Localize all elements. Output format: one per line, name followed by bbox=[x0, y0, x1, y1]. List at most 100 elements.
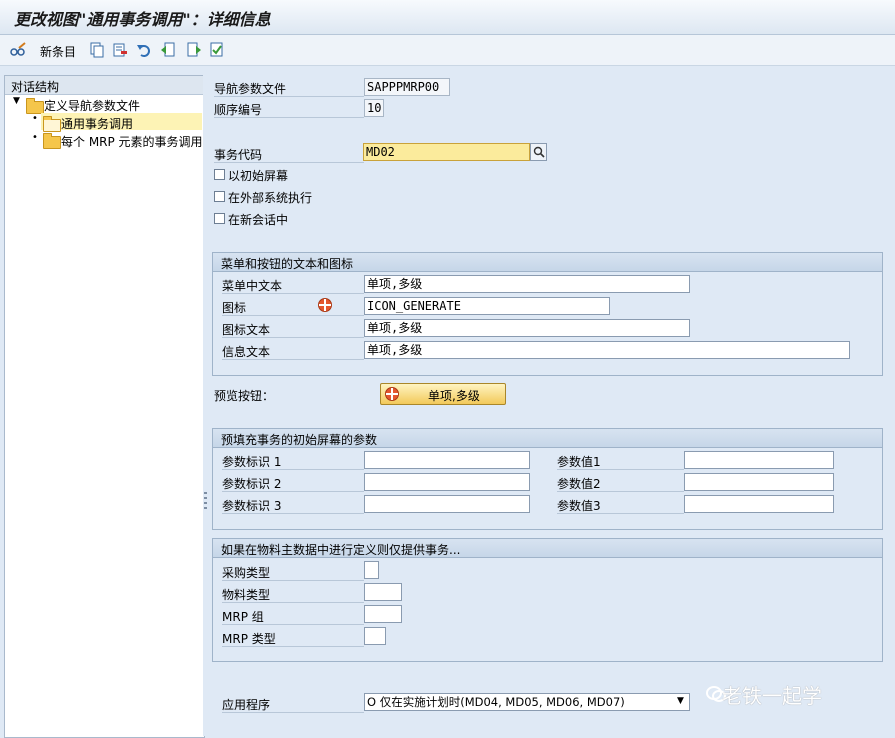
label-underline bbox=[214, 96, 364, 97]
preview-label: 预览按钮： bbox=[214, 389, 275, 403]
icon-label: 图标 bbox=[222, 301, 247, 315]
param-id-label: 参数标识 2 bbox=[222, 477, 282, 491]
delete-icon[interactable] bbox=[112, 42, 128, 58]
label-underline bbox=[557, 491, 684, 492]
param-value-3-input[interactable] bbox=[684, 495, 834, 513]
icon-text-input[interactable]: 单项,多级 bbox=[364, 319, 690, 337]
dialog-structure-panel: 对话结构 ▼ 定义导航参数文件 • 通用事务调用 • 每个 MRP 元素的事务调… bbox=[4, 75, 205, 738]
window-title: 更改视图"通用事务调用"：详细信息 bbox=[14, 10, 271, 29]
dialog-structure-title: 对话结构 bbox=[11, 80, 60, 94]
info-text-label: 信息文本 bbox=[222, 345, 271, 359]
param-id-1-input[interactable] bbox=[364, 451, 530, 469]
param-id-label: 参数标识 3 bbox=[222, 499, 282, 513]
label-underline bbox=[222, 580, 364, 581]
open-folder-icon bbox=[43, 116, 61, 132]
icon-name-input[interactable]: ICON_GENERATE bbox=[364, 297, 610, 315]
new-entries-button[interactable]: 新条目 bbox=[40, 43, 76, 60]
application-toolbar: 新条目 bbox=[0, 35, 895, 66]
tree-bullet-icon: • bbox=[32, 113, 38, 124]
label-underline bbox=[557, 513, 684, 514]
material-type-input[interactable] bbox=[364, 583, 402, 601]
preview-button[interactable]: 单项,多级 bbox=[380, 383, 506, 405]
material-master-group: 如果在物料主数据中进行定义则仅提供事务... bbox=[212, 538, 883, 662]
param-value-2-input[interactable] bbox=[684, 473, 834, 491]
dropdown-arrow-icon[interactable]: ▼ bbox=[677, 696, 684, 706]
procurement-type-input[interactable] bbox=[364, 561, 379, 579]
tree-item-nav-profile[interactable]: 定义导航参数文件 bbox=[44, 97, 140, 114]
undo-icon[interactable] bbox=[136, 42, 152, 58]
info-text-input[interactable]: 单项,多级 bbox=[364, 341, 850, 359]
param-value-label: 参数值2 bbox=[557, 477, 601, 491]
next-entry-icon[interactable] bbox=[186, 42, 202, 58]
label-underline bbox=[222, 359, 364, 360]
label-underline bbox=[557, 469, 684, 470]
procurement-type-label: 采购类型 bbox=[222, 566, 271, 580]
tree-item-generic-tcode[interactable]: 通用事务调用 bbox=[61, 115, 133, 132]
label-underline bbox=[222, 293, 364, 294]
param-id-3-input[interactable] bbox=[364, 495, 530, 513]
label-underline bbox=[222, 602, 364, 603]
search-help-button[interactable] bbox=[530, 143, 547, 161]
initial-screen-checkbox[interactable] bbox=[214, 169, 225, 180]
icon-text-label: 图标文本 bbox=[222, 323, 271, 337]
group-header: 预填充事务的初始屏幕的参数 bbox=[213, 429, 882, 448]
group-header: 如果在物料主数据中进行定义则仅提供事务... bbox=[213, 539, 882, 558]
new-session-label: 在新会话中 bbox=[228, 213, 289, 227]
label-underline bbox=[222, 624, 364, 625]
label-underline bbox=[214, 162, 364, 163]
tcode-input[interactable]: MD02 bbox=[363, 143, 530, 161]
label-underline bbox=[222, 315, 364, 316]
group-title: 菜单和按钮的文本和图标 bbox=[221, 257, 354, 271]
initial-screen-label: 以初始屏幕 bbox=[228, 169, 289, 183]
dialog-structure-header: 对话结构 bbox=[5, 76, 204, 95]
generate-icon bbox=[385, 387, 399, 401]
search-icon bbox=[533, 146, 545, 158]
prev-entry-icon[interactable] bbox=[160, 42, 176, 58]
external-system-checkbox[interactable] bbox=[214, 191, 225, 202]
watermark-text: 老铁一起学 bbox=[722, 684, 822, 708]
label-underline bbox=[214, 117, 364, 118]
label-underline bbox=[222, 491, 364, 492]
tree-item-mrp-element-tcode[interactable]: 每个 MRP 元素的事务调用 bbox=[61, 133, 203, 150]
generate-icon bbox=[318, 298, 332, 312]
preview-button-label: 单项,多级 bbox=[428, 389, 480, 403]
mrp-type-label: MRP 类型 bbox=[222, 632, 276, 646]
splitter-grip[interactable] bbox=[204, 497, 207, 499]
group-title: 如果在物料主数据中进行定义则仅提供事务... bbox=[221, 543, 461, 557]
param-id-label: 参数标识 1 bbox=[222, 455, 282, 469]
splitter-grip[interactable] bbox=[204, 502, 207, 504]
expand-triangle-icon[interactable]: ▼ bbox=[13, 96, 20, 106]
external-system-label: 在外部系统执行 bbox=[228, 191, 313, 205]
label-underline bbox=[222, 337, 364, 338]
param-id-2-input[interactable] bbox=[364, 473, 530, 491]
mrp-group-label: MRP 组 bbox=[222, 610, 264, 624]
new-session-checkbox[interactable] bbox=[214, 213, 225, 224]
nav-profile-field: SAPPPMRP00 bbox=[364, 78, 450, 96]
tree-bullet-icon: • bbox=[32, 132, 38, 143]
application-label: 应用程序 bbox=[222, 698, 271, 712]
splitter-grip[interactable] bbox=[204, 507, 207, 509]
splitter-grip[interactable] bbox=[204, 492, 207, 494]
group-title: 预填充事务的初始屏幕的参数 bbox=[221, 433, 378, 447]
copy-icon[interactable] bbox=[89, 42, 105, 58]
mrp-group-input[interactable] bbox=[364, 605, 402, 623]
label-underline bbox=[222, 469, 364, 470]
title-bar: 更改视图"通用事务调用"：详细信息 bbox=[0, 0, 895, 35]
mrp-type-input[interactable] bbox=[364, 627, 386, 645]
menu-text-input[interactable]: 单项,多级 bbox=[364, 275, 690, 293]
application-select[interactable]: O 仅在实施计划时(MD04, MD05, MD06, MD07) bbox=[364, 693, 690, 711]
tcode-label: 事务代码 bbox=[214, 148, 263, 162]
material-type-label: 物料类型 bbox=[222, 588, 271, 602]
application-select-value: O 仅在实施计划时(MD04, MD05, MD06, MD07) bbox=[367, 695, 625, 709]
param-value-label: 参数值1 bbox=[557, 455, 601, 469]
select-all-icon[interactable] bbox=[209, 42, 225, 58]
menu-text-label: 菜单中文本 bbox=[222, 279, 283, 293]
group-header: 菜单和按钮的文本和图标 bbox=[213, 253, 882, 272]
glasses-pen-icon[interactable] bbox=[10, 42, 26, 58]
param-value-1-input[interactable] bbox=[684, 451, 834, 469]
sequence-label: 顺序编号 bbox=[214, 103, 263, 117]
label-underline bbox=[222, 712, 364, 713]
folder-icon bbox=[43, 133, 61, 149]
label-underline bbox=[222, 646, 364, 647]
pane-splitter[interactable] bbox=[203, 75, 209, 736]
